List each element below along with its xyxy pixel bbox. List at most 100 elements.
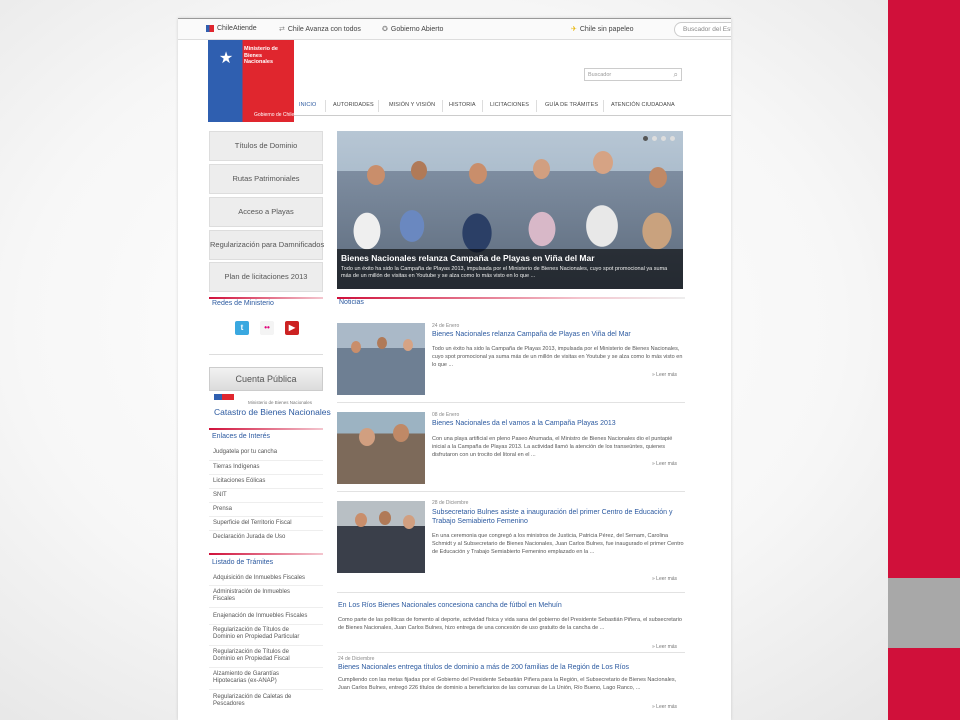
enlace-item[interactable]: Licitaciones Eólicas [213, 478, 265, 485]
news-thumbnail[interactable] [337, 323, 425, 395]
enlace-item[interactable]: Prensa [213, 506, 232, 513]
twitter-icon[interactable]: t [235, 321, 249, 335]
nav-mision-vision[interactable]: MISIÓN Y VISIÓN [389, 102, 435, 108]
news-thumbnail[interactable] [337, 412, 425, 484]
news-date: 08 de Enero [432, 412, 460, 418]
chile-sin-papeleo-link[interactable]: ✈ Chile sin papeleo [571, 25, 634, 34]
search-icon[interactable]: ⌕ [674, 70, 678, 80]
social-section-title: Redes de Ministerio [212, 300, 274, 307]
chile-atiende-link[interactable]: ChileAtiende [206, 25, 257, 32]
news-divider [337, 491, 685, 492]
youtube-icon[interactable]: ▶ [285, 321, 299, 335]
catastro-banner[interactable]: Catastro de Bienes Nacionales [214, 407, 331, 417]
enlace-item[interactable]: SNIT [213, 492, 227, 499]
chile-avanza-link[interactable]: ⇄ Chile Avanza con todos [279, 25, 361, 34]
quick-link-acceso-playas[interactable]: Acceso a Playas [209, 197, 323, 227]
read-more-link[interactable]: » Leer más [652, 372, 677, 378]
person-head [393, 424, 409, 442]
site-search-input[interactable]: Buscador ⌕ [584, 68, 682, 81]
nav-divider [325, 100, 326, 112]
main-nav: INICIO AUTORIDADES MISIÓN Y VISIÓN HISTO… [294, 97, 731, 116]
divider [209, 354, 323, 355]
nav-licitaciones[interactable]: LICITACIONES [490, 102, 529, 108]
news-headline[interactable]: Bienes Nacionales relanza Campaña de Pla… [432, 330, 682, 339]
divider [209, 488, 323, 489]
enlace-item[interactable]: Judgatela por tu cancha [213, 449, 277, 456]
ministry-logo[interactable]: ★ Ministerio de Bienes Nacionales Gobier… [208, 40, 294, 122]
bird-icon: ✈ [571, 26, 577, 33]
news-body: Con una playa artificial en pleno Paseo … [432, 436, 673, 458]
nav-divider [378, 100, 379, 112]
cuenta-publica-banner[interactable]: Cuenta Pública [209, 367, 323, 391]
gobierno-abierto-label: Gobierno Abierto [390, 25, 444, 33]
person-head [359, 428, 375, 446]
news-headline[interactable]: En Los Ríos Bienes Nacionales concesiona… [338, 602, 684, 609]
enlace-item[interactable]: Tierras Indígenas [213, 464, 259, 471]
nav-atencion-ciudadana[interactable]: ATENCIÓN CIUDADANA [611, 102, 675, 108]
quick-link-regularizacion-damnificados[interactable]: Regularización para Damnificados [209, 230, 324, 260]
flickr-icon[interactable]: •• [260, 321, 274, 335]
logo-subtitle: Gobierno de Chile [254, 112, 295, 118]
divider [209, 689, 323, 690]
news-divider [337, 402, 685, 403]
coat-of-arms-icon: ★ [218, 50, 234, 67]
news-headline[interactable]: Subsecretario Bulnes asiste a inauguraci… [432, 508, 682, 526]
quick-link-rutas-patrimoniales[interactable]: Rutas Patrimoniales [209, 164, 323, 194]
slider-pagination [643, 136, 675, 141]
news-body: En una ceremonia que congregó a los mini… [432, 533, 684, 555]
hero-slider[interactable]: Bienes Nacionales relanza Campaña de Pla… [337, 131, 683, 289]
person-head [403, 515, 415, 529]
tramite-item[interactable]: Regularización de Títulos de Dominio en … [213, 649, 305, 663]
news-divider [337, 592, 685, 593]
section-rule [209, 553, 323, 555]
divider [209, 516, 323, 517]
quick-link-titulos-dominio[interactable]: Títulos de Dominio [209, 131, 323, 161]
tramite-item[interactable]: Administración de Inmuebles Fiscales [213, 589, 309, 603]
news-thumbnail[interactable] [337, 501, 425, 573]
news-body: Como parte de las políticas de fomento a… [338, 617, 682, 631]
slider-title[interactable]: Bienes Nacionales relanza Campaña de Pla… [341, 253, 595, 263]
tramites-section-title: Listado de Trámites [212, 559, 274, 566]
tramite-item[interactable]: Regularización de Caletas de Pescadores [213, 694, 305, 708]
tramite-item[interactable]: Alzamiento de Garantías Hipotecarias (ex… [213, 671, 305, 685]
nav-inicio[interactable]: INICIO [299, 102, 316, 108]
nav-autoridades[interactable]: AUTORIDADES [333, 102, 374, 108]
state-search-input[interactable]: Buscador del Estado [674, 22, 731, 37]
nav-divider [442, 100, 443, 112]
gobierno-abierto-link[interactable]: ✪ Gobierno Abierto [382, 25, 444, 34]
gov-seal-icon: ✪ [382, 26, 388, 33]
slider-caption: Bienes Nacionales relanza Campaña de Pla… [337, 249, 683, 289]
news-date: 24 de Diciembre [338, 656, 375, 662]
news-divider [337, 652, 685, 653]
slider-dot[interactable] [670, 136, 675, 141]
news-headline[interactable]: Bienes Nacionales da el vamos a la Campa… [432, 419, 682, 428]
nav-divider [536, 100, 537, 112]
slide-accent-bar-middle [888, 578, 960, 648]
slider-dot[interactable] [661, 136, 666, 141]
read-more-link[interactable]: » Leer más [652, 704, 677, 710]
enlace-item[interactable]: Declaración Jurada de Uso [213, 534, 285, 541]
news-headline[interactable]: Bienes Nacionales entrega títulos de dom… [338, 664, 684, 671]
news-body: Todo un éxito ha sido la Campaña de Play… [432, 346, 683, 368]
nav-guia-tramites[interactable]: GUÍA DE TRÁMITES [545, 102, 598, 108]
nav-historia[interactable]: HISTORIA [449, 102, 476, 108]
quick-link-plan-licitaciones[interactable]: Plan de licitaciones 2013 [209, 262, 323, 292]
slider-dot[interactable] [643, 136, 648, 141]
site-search-placeholder: Buscador [588, 72, 612, 78]
tramite-item[interactable]: Adquisición de Inmuebles Fiscales [213, 575, 321, 582]
section-rule [209, 297, 323, 299]
slider-dot[interactable] [652, 136, 657, 141]
tramite-item[interactable]: Regularización de Títulos de Dominio en … [213, 627, 305, 641]
read-more-link[interactable]: » Leer más [652, 644, 677, 650]
divider [209, 607, 323, 608]
chile-atiende-label: ChileAtiende [217, 25, 257, 32]
person-head [649, 167, 667, 188]
enlace-item[interactable]: Superficie del Territorio Fiscal [213, 520, 292, 527]
tramite-item[interactable]: Enajenación de Inmuebles Fiscales [213, 613, 325, 620]
read-more-link[interactable]: » Leer más [652, 461, 677, 467]
divider [209, 474, 323, 475]
person-head [351, 341, 361, 353]
slide-accent-bar-top [888, 0, 960, 578]
divider [209, 502, 323, 503]
read-more-link[interactable]: » Leer más [652, 576, 677, 582]
